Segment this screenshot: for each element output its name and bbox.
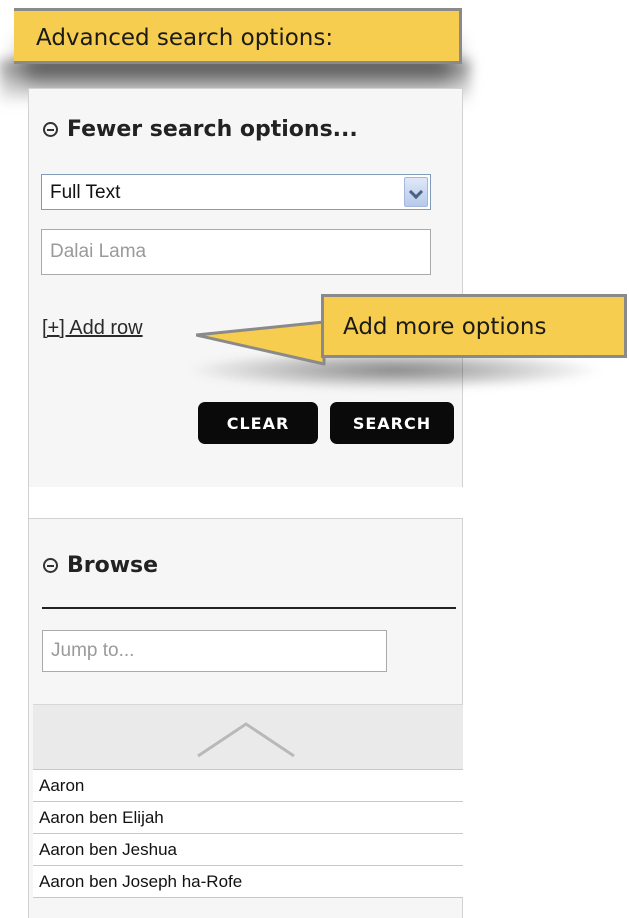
search-button[interactable]: SEARCH bbox=[330, 402, 454, 444]
chevron-up-icon bbox=[197, 722, 295, 758]
advanced-search-callout-text: Advanced search options: bbox=[36, 25, 334, 51]
clear-button[interactable]: CLEAR bbox=[198, 402, 318, 444]
add-more-options-callout-text: Add more options bbox=[343, 314, 547, 340]
search-options-toggle[interactable]: Fewer search options... bbox=[43, 117, 358, 142]
browse-title: Browse bbox=[67, 553, 159, 578]
advanced-search-callout: Advanced search options: bbox=[14, 8, 462, 64]
list-item[interactable]: Aaron ben Jeshua bbox=[33, 834, 463, 866]
browse-list: Aaron Aaron ben Elijah Aaron ben Jeshua … bbox=[33, 770, 463, 898]
browse-panel: Browse Aaron Aaron ben Elijah Aaron ben … bbox=[28, 518, 463, 918]
add-more-options-callout: Add more options bbox=[321, 294, 627, 358]
list-item[interactable]: Aaron bbox=[33, 770, 463, 802]
add-row-link[interactable]: [+] Add row bbox=[42, 317, 143, 340]
chevron-down-icon[interactable] bbox=[404, 177, 428, 207]
panel-divider bbox=[28, 487, 463, 519]
browse-toggle[interactable]: Browse bbox=[43, 553, 158, 578]
search-options-panel: Fewer search options... Full Text [+] Ad… bbox=[28, 88, 463, 488]
list-item[interactable]: Aaron ben Elijah bbox=[33, 802, 463, 834]
search-field-select[interactable]: Full Text bbox=[41, 174, 431, 210]
scroll-up-button[interactable] bbox=[33, 704, 463, 770]
jump-to-input[interactable] bbox=[42, 630, 387, 672]
minus-circle-icon bbox=[43, 558, 58, 573]
browse-divider bbox=[42, 607, 456, 609]
search-options-title: Fewer search options... bbox=[67, 117, 358, 142]
minus-circle-icon bbox=[43, 122, 58, 137]
callout-pointer bbox=[196, 320, 326, 366]
search-field-select-value: Full Text bbox=[50, 182, 121, 203]
search-query-input[interactable] bbox=[41, 229, 431, 275]
list-item[interactable]: Aaron ben Joseph ha-Rofe bbox=[33, 866, 463, 898]
